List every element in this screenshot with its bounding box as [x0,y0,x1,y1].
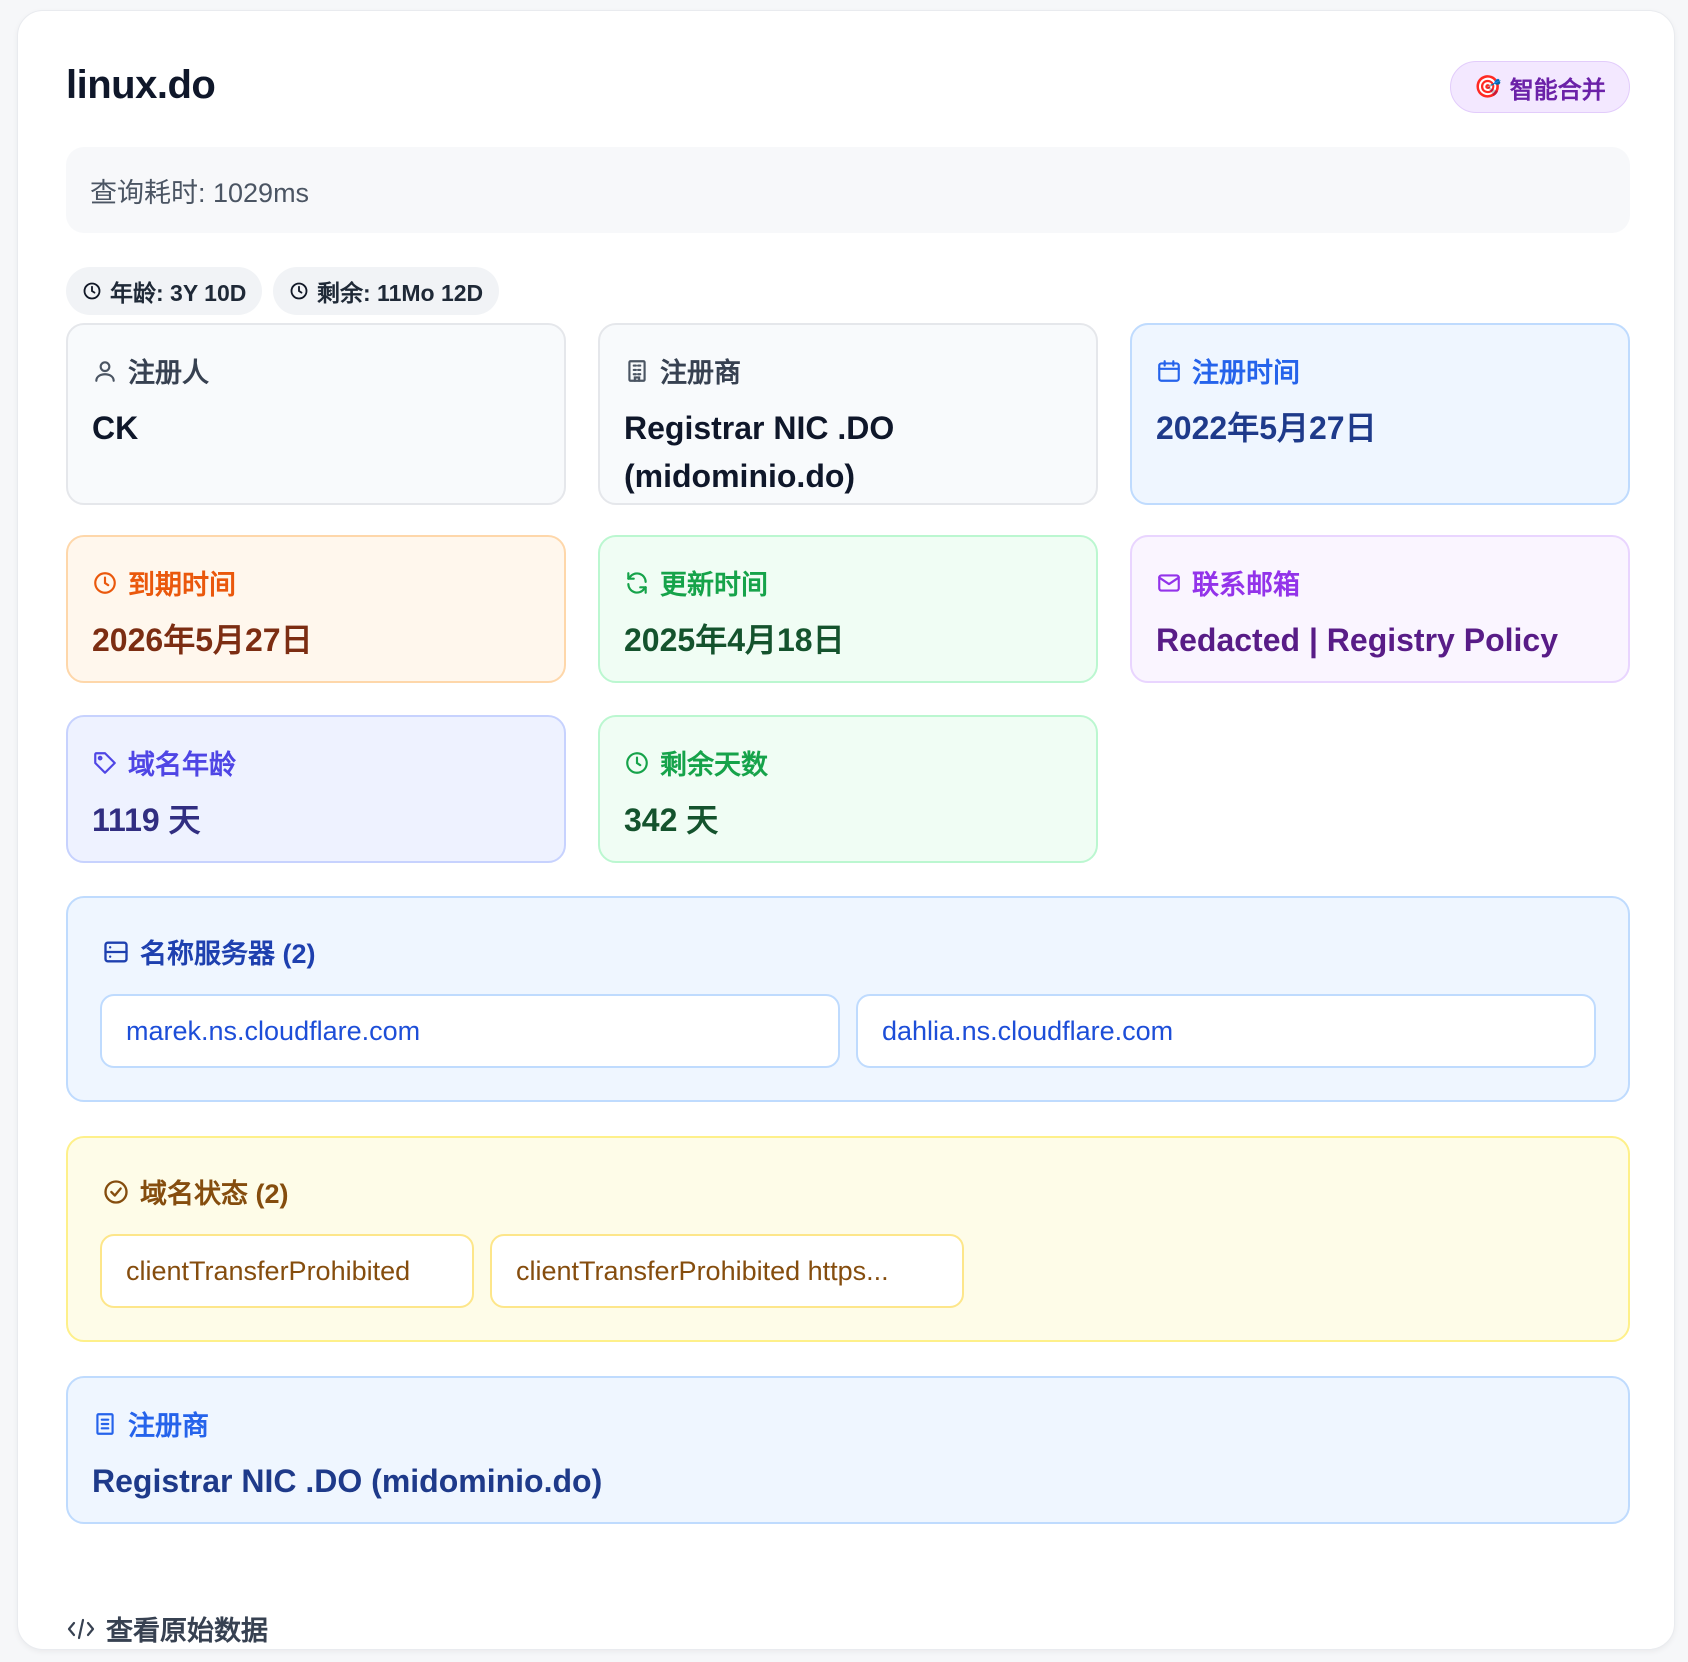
clock-icon [92,570,118,596]
expiry-value: 2026年5月27日 [92,622,313,658]
registrar-label: 注册商 [660,358,741,388]
building-icon [624,358,650,384]
expiry-date-card: 到期时间 2026年5月27日 [66,535,566,683]
nameservers-section: 名称服务器 (2) marek.ns.cloudflare.com dahlia… [66,896,1630,1102]
registrar-section: 注册商 Registrar NIC .DO (midominio.do) [66,1376,1630,1524]
remaining-days-card: 剩余天数 342 天 [598,715,1098,863]
status-item[interactable]: clientTransferProhibited [100,1234,474,1308]
expiry-label: 到期时间 [128,570,236,600]
calendar-icon [1156,358,1182,384]
registrant-value: CK [92,410,139,446]
nameserver-text: dahlia.ns.cloudflare.com [882,1015,1174,1046]
domain-age-card: 域名年龄 1119 天 [66,715,566,863]
email-value: Redacted | Registry Policy [1156,622,1558,658]
remaining-label: 剩余天数 [660,750,768,780]
refresh-icon [624,570,650,596]
age-chip-label: 年龄: 3Y 10D [110,280,247,306]
smart-merge-button[interactable]: 🎯 智能合并 [1450,61,1630,113]
updated-date-card: 更新时间 2025年4月18日 [598,535,1098,683]
updated-value: 2025年4月18日 [624,622,845,658]
nameserver-item[interactable]: dahlia.ns.cloudflare.com [856,994,1596,1068]
updated-label: 更新时间 [660,570,768,600]
view-raw-data-label: 查看原始数据 [106,1616,268,1646]
tag-icon [92,750,118,776]
nameserver-item[interactable]: marek.ns.cloudflare.com [100,994,840,1068]
query-time-bar: 查询耗时: 1029ms [66,147,1630,233]
user-icon [92,358,118,384]
nameserver-text: marek.ns.cloudflare.com [126,1015,421,1046]
registrant-label: 注册人 [128,358,209,388]
check-circle-icon [102,1178,130,1206]
domain-status-section: 域名状态 (2) clientTransferProhibited client… [66,1136,1630,1342]
registered-value: 2022年5月27日 [1156,410,1377,446]
age-label: 域名年龄 [128,750,236,780]
domain-title: linux.do [66,63,216,107]
clock-icon [289,281,309,301]
mail-icon [1156,570,1182,596]
remaining-chip: 剩余: 11Mo 12D [273,267,500,315]
smart-merge-label: 智能合并 [1509,76,1606,104]
remaining-value: 342 天 [624,802,719,838]
server-icon [102,938,130,966]
clock-icon [624,750,650,776]
registrar-section-value: Registrar NIC .DO (midominio.do) [92,1463,603,1499]
contact-email-card: 联系邮箱 Redacted | Registry Policy [1130,535,1630,683]
status-text: clientTransferProhibited [126,1255,411,1286]
nameservers-label: 名称服务器 (2) [140,939,316,969]
registrar-value-line1: Registrar NIC .DO [624,410,895,446]
target-icon: 🎯 [1474,74,1502,99]
status-item[interactable]: clientTransferProhibited https... [490,1234,964,1308]
registered-label: 注册时间 [1192,358,1300,388]
code-icon [66,1617,96,1641]
registrar-section-label: 注册商 [128,1411,209,1441]
status-label: 域名状态 (2) [140,1179,289,1209]
email-label: 联系邮箱 [1192,570,1300,600]
query-time-text: 查询耗时: 1029ms [90,177,310,208]
registrar-card: 注册商 Registrar NIC .DO (midominio.do) [598,323,1098,505]
remaining-chip-label: 剩余: 11Mo 12D [317,280,484,306]
registrar-value-line2: (midominio.do) [624,458,856,494]
list-icon [92,1411,118,1437]
age-chip: 年龄: 3Y 10D [66,267,263,315]
whois-result-card: linux.do 🎯 智能合并 查询耗时: 1029ms 年龄: 3Y 10D … [17,10,1675,1650]
clock-icon [82,281,102,301]
status-text: clientTransferProhibited https... [516,1255,889,1286]
registrant-card: 注册人 CK [66,323,566,505]
view-raw-data-link[interactable]: 查看原始数据 [66,1609,268,1648]
registered-date-card: 注册时间 2022年5月27日 [1130,323,1630,505]
age-value: 1119 天 [92,802,201,838]
